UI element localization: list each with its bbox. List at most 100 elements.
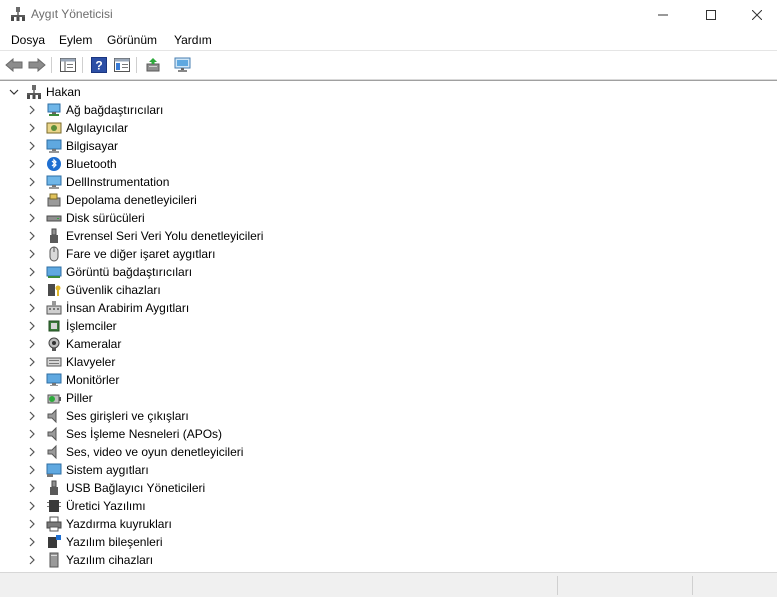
expand-chevron-icon[interactable] xyxy=(26,464,38,476)
expand-chevron-icon[interactable] xyxy=(26,338,38,350)
scan-hardware-changes-button[interactable] xyxy=(173,55,193,75)
tree-category-node[interactable]: Bluetooth xyxy=(26,155,117,173)
display-adapter-icon xyxy=(46,264,62,280)
expand-chevron-icon[interactable] xyxy=(26,140,38,152)
properties-pane-icon xyxy=(114,58,130,72)
tree-category-node[interactable]: Ses İşleme Nesneleri (APOs) xyxy=(26,425,222,443)
tree-category-label: Ses girişleri ve çıkışları xyxy=(66,409,189,423)
expand-chevron-icon[interactable] xyxy=(26,104,38,116)
toolbar-separator xyxy=(51,57,52,73)
camera-icon xyxy=(46,336,62,352)
back-button[interactable] xyxy=(4,55,24,75)
expand-chevron-icon[interactable] xyxy=(26,176,38,188)
system-device-icon xyxy=(46,462,62,478)
tree-category-node[interactable]: USB Bağlayıcı Yöneticileri xyxy=(26,479,205,497)
expand-chevron-icon[interactable] xyxy=(26,212,38,224)
tree-category-label: Depolama denetleyicileri xyxy=(66,193,197,207)
device-tree[interactable]: Hakan Ağ bağdaştırıcıları Algılayıcılar Bi… xyxy=(0,80,777,570)
maximize-icon xyxy=(706,9,716,20)
tree-category-node[interactable]: Evrensel Seri Veri Yolu denetleyicileri xyxy=(26,227,263,245)
tree-category-node[interactable]: Ses girişleri ve çıkışları xyxy=(26,407,189,425)
tree-category-node[interactable]: Algılayıcılar xyxy=(26,119,128,137)
help-button[interactable]: ? xyxy=(89,55,109,75)
tree-category-label: Görüntü bağdaştırıcıları xyxy=(66,265,193,279)
expand-chevron-icon[interactable] xyxy=(26,356,38,368)
menu-help[interactable]: Yardım xyxy=(174,33,212,47)
tree-category-node[interactable]: Fare ve diğer işaret aygıtları xyxy=(26,245,215,263)
tree-category-node[interactable]: Monitörler xyxy=(26,371,119,389)
device-manager-app-icon xyxy=(10,6,26,22)
help-icon: ? xyxy=(91,57,107,73)
tree-category-label: İnsan Arabirim Aygıtları xyxy=(66,301,190,315)
tree-category-node[interactable]: Disk sürücüleri xyxy=(26,209,145,227)
expand-chevron-icon[interactable] xyxy=(26,302,38,314)
svg-text:?: ? xyxy=(95,59,102,73)
window-title: Aygıt Yöneticisi xyxy=(31,7,113,21)
tree-category-label: Piller xyxy=(66,391,93,405)
expand-chevron-icon[interactable] xyxy=(26,230,38,242)
tree-category-node[interactable]: Yazılım bileşenleri xyxy=(26,533,162,551)
menu-action[interactable]: Eylem xyxy=(59,33,92,47)
network-adapter-icon xyxy=(46,102,62,118)
properties-pane-button[interactable] xyxy=(112,55,132,75)
firmware-icon xyxy=(46,498,62,514)
status-pane xyxy=(557,576,692,595)
tree-category-label: Üretici Yazılımı xyxy=(66,499,146,513)
expand-chevron-icon[interactable] xyxy=(26,554,38,566)
expand-chevron-icon[interactable] xyxy=(26,374,38,386)
expand-chevron-icon[interactable] xyxy=(26,122,38,134)
expand-chevron-icon[interactable] xyxy=(26,194,38,206)
tree-category-label: Yazdırma kuyrukları xyxy=(66,517,172,531)
expand-chevron-icon[interactable] xyxy=(26,320,38,332)
expand-chevron-icon[interactable] xyxy=(26,482,38,494)
expand-chevron-icon[interactable] xyxy=(26,248,38,260)
expand-chevron-icon[interactable] xyxy=(26,500,38,512)
tree-category-node[interactable]: İşlemciler xyxy=(26,317,117,335)
expand-chevron-icon[interactable] xyxy=(26,392,38,404)
tree-category-node[interactable]: Kameralar xyxy=(26,335,121,353)
processor-icon xyxy=(46,318,62,334)
tree-category-label: İşlemciler xyxy=(66,319,117,333)
usb-controller-icon xyxy=(46,228,62,244)
menu-file[interactable]: Dosya xyxy=(11,33,45,47)
close-button[interactable] xyxy=(734,0,777,29)
expand-chevron-icon[interactable] xyxy=(26,410,38,422)
tree-category-node[interactable]: Depolama denetleyicileri xyxy=(26,191,197,209)
tree-category-node[interactable]: DellInstrumentation xyxy=(26,173,169,191)
expand-chevron-icon[interactable] xyxy=(26,446,38,458)
tree-category-node[interactable]: Klavyeler xyxy=(26,353,115,371)
tree-category-node[interactable]: Ses, video ve oyun denetleyicileri xyxy=(26,443,243,461)
status-pane xyxy=(692,576,777,595)
tree-category-node[interactable]: Ağ bağdaştırıcıları xyxy=(26,101,163,119)
tree-category-node[interactable]: İnsan Arabirim Aygıtları xyxy=(26,299,189,317)
tree-category-node[interactable]: Piller xyxy=(26,389,93,407)
minimize-button[interactable] xyxy=(640,0,686,29)
tree-category-node[interactable]: Güvenlik cihazları xyxy=(26,281,161,299)
tree-category-node[interactable]: Üretici Yazılımı xyxy=(26,497,146,515)
tree-category-node[interactable]: Yazdırma kuyrukları xyxy=(26,515,172,533)
tree-category-node[interactable]: Bilgisayar xyxy=(26,137,118,155)
expand-chevron-icon[interactable] xyxy=(26,518,38,530)
show-hide-console-tree-button[interactable] xyxy=(58,55,78,75)
forward-button[interactable] xyxy=(27,55,47,75)
expand-chevron-icon[interactable] xyxy=(26,428,38,440)
expand-chevron-icon[interactable] xyxy=(26,266,38,278)
sensor-icon xyxy=(46,120,62,136)
tree-category-label: Klavyeler xyxy=(66,355,116,369)
expand-chevron-icon[interactable] xyxy=(26,284,38,296)
tree-category-node[interactable]: Görüntü bağdaştırıcıları xyxy=(26,263,192,281)
tree-category-label: Kameralar xyxy=(66,337,122,351)
expand-chevron-icon[interactable] xyxy=(26,158,38,170)
update-driver-icon xyxy=(146,58,160,72)
expand-chevron-icon[interactable] xyxy=(26,536,38,548)
tree-root-node[interactable]: Hakan xyxy=(8,83,81,101)
printer-icon xyxy=(46,516,62,532)
update-driver-button[interactable] xyxy=(143,55,163,75)
tree-category-label: Yazılım cihazları xyxy=(66,553,154,567)
tree-category-node[interactable]: Sistem aygıtları xyxy=(26,461,149,479)
menu-view[interactable]: Görünüm xyxy=(107,33,157,47)
tree-category-node[interactable]: Yazılım cihazları xyxy=(26,551,153,569)
collapse-chevron-icon[interactable] xyxy=(8,86,20,98)
tree-category-label: DellInstrumentation xyxy=(66,175,170,189)
maximize-button[interactable] xyxy=(688,0,734,29)
